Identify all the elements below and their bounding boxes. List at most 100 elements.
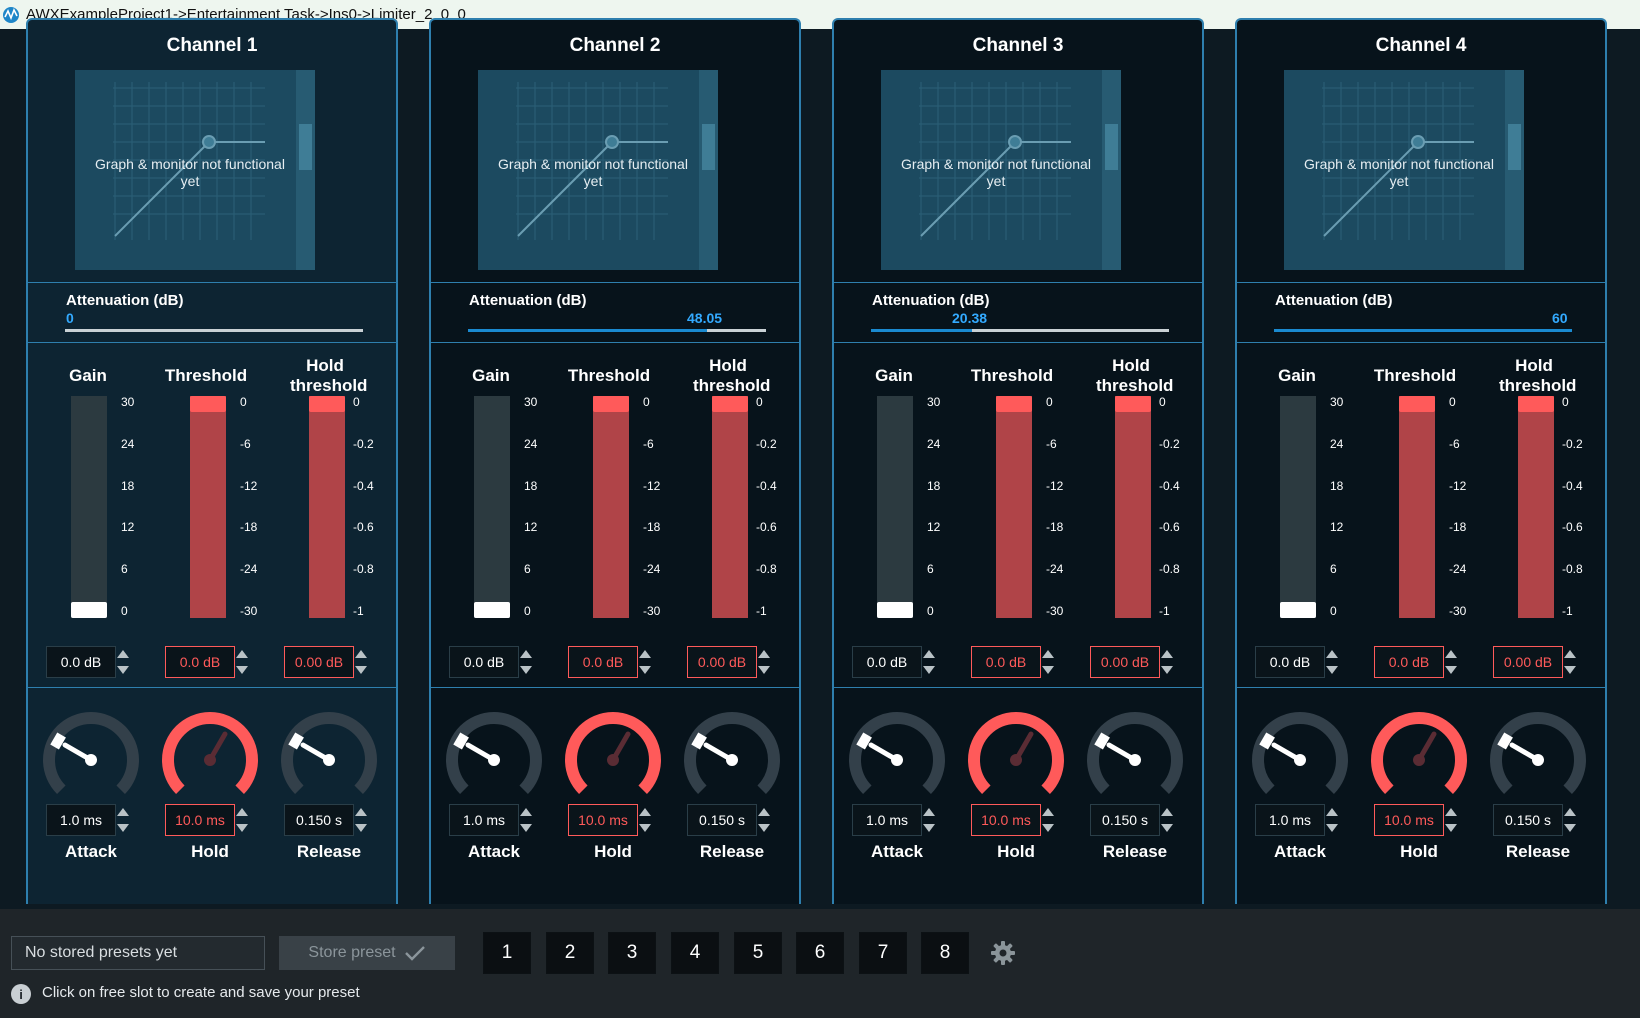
arrow-down-icon[interactable] xyxy=(1326,824,1338,832)
arrow-down-icon[interactable] xyxy=(1564,666,1576,674)
hold-threshold-input[interactable]: 0.00 dB xyxy=(1493,646,1563,678)
attack-input[interactable]: 1.0 ms xyxy=(852,804,922,836)
hold-time-stepper[interactable] xyxy=(235,806,249,834)
arrow-down-icon[interactable] xyxy=(923,666,935,674)
threshold-input[interactable]: 0.0 dB xyxy=(1374,646,1444,678)
threshold-fader[interactable] xyxy=(190,396,226,618)
preset-slot-2[interactable]: 2 xyxy=(546,932,594,974)
hold-threshold-fader-handle[interactable] xyxy=(309,396,345,412)
arrow-down-icon[interactable] xyxy=(355,824,367,832)
arrow-down-icon[interactable] xyxy=(117,666,129,674)
threshold-fader[interactable] xyxy=(1399,396,1435,618)
release-stepper[interactable] xyxy=(1563,806,1577,834)
arrow-up-icon[interactable] xyxy=(923,650,935,658)
arrow-down-icon[interactable] xyxy=(1042,824,1054,832)
arrow-down-icon[interactable] xyxy=(1445,666,1457,674)
hold-threshold-fader[interactable] xyxy=(712,396,748,618)
preset-slot-3[interactable]: 3 xyxy=(608,932,656,974)
arrow-up-icon[interactable] xyxy=(923,808,935,816)
arrow-up-icon[interactable] xyxy=(639,650,651,658)
threshold-fader-handle[interactable] xyxy=(1399,396,1435,412)
arrow-up-icon[interactable] xyxy=(355,650,367,658)
hold-threshold-stepper[interactable] xyxy=(354,648,368,676)
hold-knob[interactable] xyxy=(158,708,262,800)
arrow-up-icon[interactable] xyxy=(117,650,129,658)
threshold-fader-handle[interactable] xyxy=(593,396,629,412)
arrow-down-icon[interactable] xyxy=(639,824,651,832)
gain-input[interactable]: 0.0 dB xyxy=(449,646,519,678)
arrow-up-icon[interactable] xyxy=(758,650,770,658)
hold-threshold-stepper[interactable] xyxy=(1563,648,1577,676)
release-knob[interactable] xyxy=(1083,708,1187,800)
preset-name-field[interactable]: No stored presets yet xyxy=(11,936,265,970)
hold-threshold-stepper[interactable] xyxy=(1160,648,1174,676)
gain-fader[interactable] xyxy=(877,396,913,618)
hold-knob[interactable] xyxy=(561,708,665,800)
hold-threshold-fader-handle[interactable] xyxy=(1115,396,1151,412)
arrow-down-icon[interactable] xyxy=(520,824,532,832)
attack-stepper[interactable] xyxy=(922,806,936,834)
threshold-fader[interactable] xyxy=(593,396,629,618)
arrow-up-icon[interactable] xyxy=(639,808,651,816)
hold-time-stepper[interactable] xyxy=(1041,806,1055,834)
attack-knob[interactable] xyxy=(845,708,949,800)
threshold-stepper[interactable] xyxy=(1041,648,1055,676)
store-preset-button[interactable]: Store preset xyxy=(279,936,455,970)
arrow-down-icon[interactable] xyxy=(355,666,367,674)
attack-stepper[interactable] xyxy=(116,806,130,834)
threshold-fader-handle[interactable] xyxy=(190,396,226,412)
hold-time-input[interactable]: 10.0 ms xyxy=(971,804,1041,836)
arrow-down-icon[interactable] xyxy=(758,824,770,832)
arrow-down-icon[interactable] xyxy=(236,666,248,674)
threshold-stepper[interactable] xyxy=(1444,648,1458,676)
hold-time-stepper[interactable] xyxy=(638,806,652,834)
arrow-up-icon[interactable] xyxy=(236,650,248,658)
gear-icon[interactable] xyxy=(990,940,1016,966)
hold-threshold-stepper[interactable] xyxy=(757,648,771,676)
hold-threshold-input[interactable]: 0.00 dB xyxy=(1090,646,1160,678)
gain-fader[interactable] xyxy=(1280,396,1316,618)
arrow-up-icon[interactable] xyxy=(520,650,532,658)
hold-time-stepper[interactable] xyxy=(1444,806,1458,834)
hold-threshold-fader-handle[interactable] xyxy=(712,396,748,412)
arrow-up-icon[interactable] xyxy=(1042,808,1054,816)
gain-fader-handle[interactable] xyxy=(474,602,510,618)
arrow-down-icon[interactable] xyxy=(117,824,129,832)
gain-stepper[interactable] xyxy=(1325,648,1339,676)
threshold-stepper[interactable] xyxy=(638,648,652,676)
hold-knob[interactable] xyxy=(964,708,1068,800)
gain-fader[interactable] xyxy=(474,396,510,618)
attack-stepper[interactable] xyxy=(1325,806,1339,834)
threshold-fader[interactable] xyxy=(996,396,1032,618)
gain-stepper[interactable] xyxy=(922,648,936,676)
release-stepper[interactable] xyxy=(757,806,771,834)
arrow-up-icon[interactable] xyxy=(1445,808,1457,816)
gain-stepper[interactable] xyxy=(519,648,533,676)
arrow-down-icon[interactable] xyxy=(1564,824,1576,832)
preset-slot-7[interactable]: 7 xyxy=(859,932,907,974)
preset-slot-4[interactable]: 4 xyxy=(671,932,719,974)
hold-threshold-input[interactable]: 0.00 dB xyxy=(284,646,354,678)
release-knob[interactable] xyxy=(277,708,381,800)
hold-threshold-fader[interactable] xyxy=(1115,396,1151,618)
gain-fader-handle[interactable] xyxy=(1280,602,1316,618)
arrow-up-icon[interactable] xyxy=(1161,650,1173,658)
arrow-down-icon[interactable] xyxy=(1042,666,1054,674)
release-input[interactable]: 0.150 s xyxy=(284,804,354,836)
attack-knob[interactable] xyxy=(442,708,546,800)
gain-fader-handle[interactable] xyxy=(877,602,913,618)
gain-fader[interactable] xyxy=(71,396,107,618)
release-input[interactable]: 0.150 s xyxy=(687,804,757,836)
arrow-down-icon[interactable] xyxy=(520,666,532,674)
attack-knob[interactable] xyxy=(39,708,143,800)
hold-threshold-input[interactable]: 0.00 dB xyxy=(687,646,757,678)
threshold-input[interactable]: 0.0 dB xyxy=(971,646,1041,678)
arrow-up-icon[interactable] xyxy=(1564,808,1576,816)
arrow-down-icon[interactable] xyxy=(1445,824,1457,832)
arrow-up-icon[interactable] xyxy=(1161,808,1173,816)
arrow-down-icon[interactable] xyxy=(1326,666,1338,674)
attack-input[interactable]: 1.0 ms xyxy=(46,804,116,836)
attack-knob[interactable] xyxy=(1248,708,1352,800)
arrow-up-icon[interactable] xyxy=(1564,650,1576,658)
release-stepper[interactable] xyxy=(1160,806,1174,834)
